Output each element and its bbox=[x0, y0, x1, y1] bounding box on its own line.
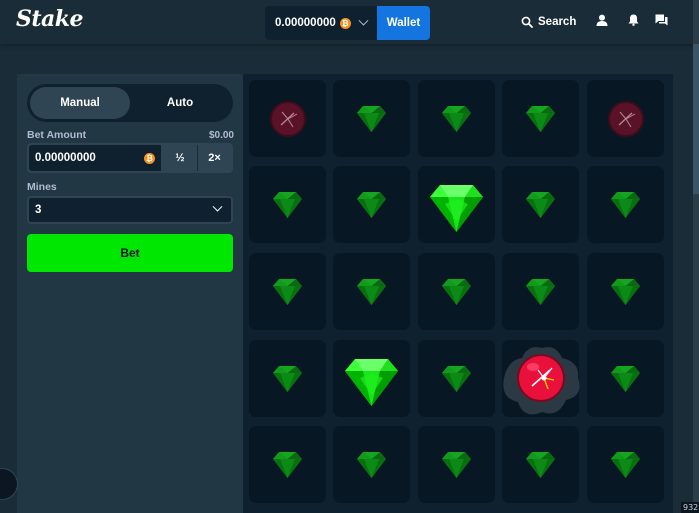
bet-button[interactable]: Bet bbox=[27, 234, 233, 272]
mine-tile[interactable] bbox=[249, 253, 326, 330]
gem-icon bbox=[526, 279, 555, 305]
mine-tile[interactable] bbox=[333, 166, 410, 243]
mine-tile[interactable] bbox=[249, 426, 326, 503]
gem-icon bbox=[430, 185, 483, 232]
mine-tile[interactable] bbox=[587, 166, 664, 243]
mine-tile[interactable] bbox=[249, 166, 326, 243]
double-bet-button[interactable]: 2× bbox=[197, 145, 231, 171]
gem-icon bbox=[442, 452, 471, 478]
gem-icon bbox=[611, 366, 640, 392]
mine-tile[interactable] bbox=[502, 340, 580, 417]
mine-icon bbox=[608, 101, 644, 137]
mine-tile[interactable] bbox=[249, 80, 326, 157]
mine-tile[interactable] bbox=[502, 253, 579, 330]
mines-board bbox=[243, 74, 673, 513]
mine-icon bbox=[270, 101, 306, 137]
mine-tile[interactable] bbox=[587, 253, 664, 330]
tab-manual[interactable]: Manual bbox=[30, 87, 130, 119]
gem-icon bbox=[273, 452, 302, 478]
mines-value: 3 bbox=[35, 204, 42, 216]
chat-icon[interactable] bbox=[655, 14, 668, 26]
mine-tile[interactable] bbox=[418, 166, 495, 243]
bet-panel: Manual Auto Bet Amount $0.00 0.00000000 … bbox=[17, 74, 243, 513]
gem-icon bbox=[526, 452, 555, 478]
mine-tile[interactable] bbox=[502, 166, 579, 243]
search-button[interactable]: Search bbox=[521, 12, 576, 32]
mine-tile[interactable] bbox=[333, 80, 410, 157]
mine-tile[interactable] bbox=[249, 340, 326, 417]
mine-tile[interactable] bbox=[587, 80, 664, 157]
scrollbar-thumb[interactable] bbox=[693, 44, 699, 194]
stake-logo[interactable]: Stake bbox=[16, 6, 84, 32]
chevron-down-icon bbox=[358, 15, 369, 26]
gem-icon bbox=[526, 106, 555, 132]
balance-amount: 0.00000000 bbox=[275, 17, 336, 29]
mine-icon bbox=[503, 347, 580, 415]
mine-tile[interactable] bbox=[333, 340, 410, 417]
search-label: Search bbox=[538, 16, 577, 28]
search-icon bbox=[521, 16, 533, 28]
mine-tile[interactable] bbox=[418, 340, 495, 417]
gem-icon bbox=[442, 106, 471, 132]
gem-icon bbox=[611, 192, 640, 218]
gem-icon bbox=[357, 279, 386, 305]
gem-icon bbox=[357, 452, 386, 478]
gem-icon bbox=[273, 366, 302, 392]
mines-select[interactable]: 3 bbox=[27, 196, 233, 224]
mine-tile[interactable] bbox=[418, 253, 495, 330]
gem-icon bbox=[442, 366, 471, 392]
gem-icon bbox=[611, 279, 640, 305]
user-icon[interactable] bbox=[596, 14, 608, 26]
mine-tile[interactable] bbox=[587, 340, 664, 417]
balance-selector[interactable]: 0.00000000 ₿ bbox=[265, 6, 377, 40]
half-bet-button[interactable]: ½ bbox=[163, 145, 197, 171]
gem-icon bbox=[611, 452, 640, 478]
corner-tag: 932 bbox=[681, 502, 699, 513]
gem-icon bbox=[442, 279, 471, 305]
mine-tile[interactable] bbox=[418, 426, 495, 503]
bitcoin-icon: ₿ bbox=[339, 17, 351, 29]
chevron-down-icon bbox=[212, 201, 223, 212]
scrollbar[interactable] bbox=[693, 0, 699, 513]
mine-tile[interactable] bbox=[333, 426, 410, 503]
gem-icon bbox=[357, 106, 386, 132]
mines-label: Mines bbox=[27, 181, 57, 193]
mine-tile[interactable] bbox=[418, 80, 495, 157]
top-bar: Stake 0.00000000 ₿ Wallet Search bbox=[0, 0, 699, 44]
bitcoin-icon: ₿ bbox=[144, 152, 155, 164]
gem-icon bbox=[273, 279, 302, 305]
bet-amount-group: 0.00000000 ₿ ½ 2× bbox=[27, 143, 233, 173]
bet-amount-input[interactable]: 0.00000000 ₿ bbox=[29, 145, 161, 171]
gem-icon bbox=[345, 359, 398, 406]
gem-icon bbox=[526, 192, 555, 218]
gem-icon bbox=[357, 192, 386, 218]
mine-tile[interactable] bbox=[587, 426, 664, 503]
gem-icon bbox=[273, 192, 302, 218]
wallet-button[interactable]: Wallet bbox=[377, 6, 430, 40]
mine-tile[interactable] bbox=[502, 426, 579, 503]
bet-amount-value: 0.00000000 bbox=[35, 152, 96, 164]
tab-auto[interactable]: Auto bbox=[130, 87, 230, 119]
mode-toggle: Manual Auto bbox=[27, 84, 233, 122]
mine-tile[interactable] bbox=[333, 253, 410, 330]
bet-amount-label: Bet Amount bbox=[27, 129, 87, 141]
bell-icon[interactable] bbox=[628, 14, 639, 26]
mine-tile[interactable] bbox=[502, 80, 579, 157]
floating-chat-button[interactable] bbox=[0, 468, 18, 500]
bet-amount-usd: $0.00 bbox=[208, 130, 234, 141]
